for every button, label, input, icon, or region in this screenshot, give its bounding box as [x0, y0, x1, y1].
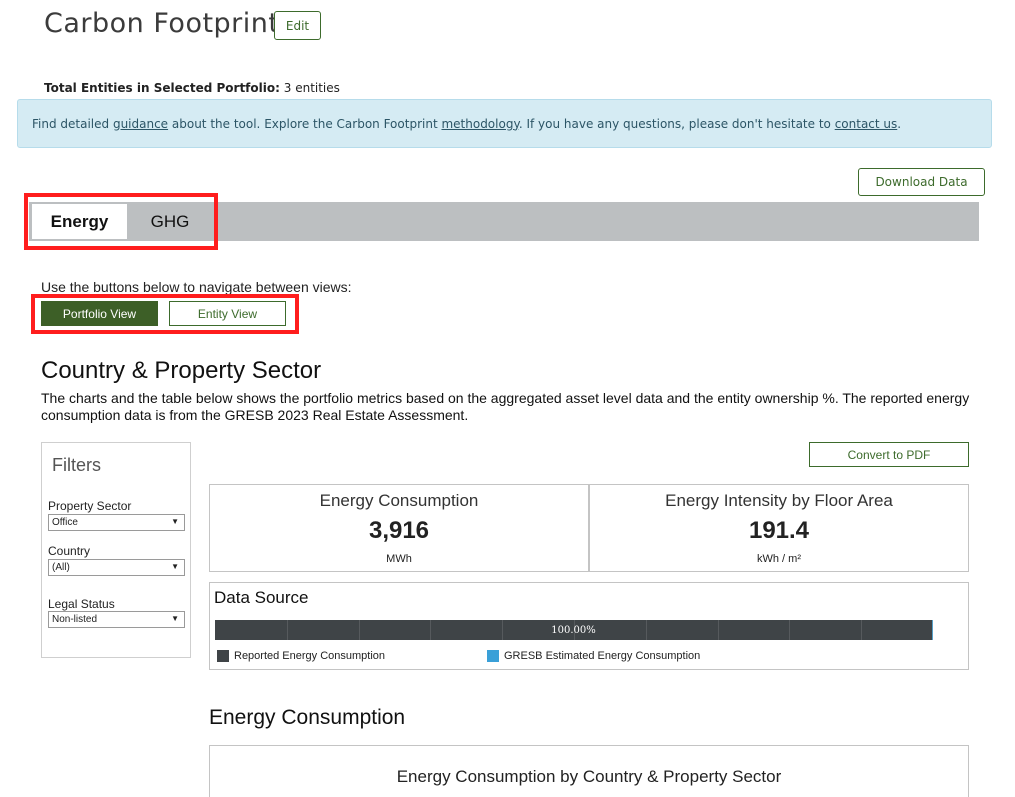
- filters-title: Filters: [52, 455, 101, 475]
- energy-consumption-title: Energy Consumption: [209, 706, 406, 729]
- total-entities-label: Total Entities in Selected Portfolio:: [44, 81, 280, 95]
- contact-us-link[interactable]: contact us: [835, 117, 898, 131]
- bar-gridline: [789, 620, 790, 640]
- property-sector-value: Office: [52, 517, 78, 528]
- kpi-title: Energy Intensity by Floor Area: [665, 491, 893, 510]
- chart-title: Energy Consumption by Country & Property…: [396, 767, 782, 786]
- property-sector-select[interactable]: Office ▼: [48, 514, 185, 531]
- methodology-link[interactable]: methodology: [441, 117, 518, 131]
- filter-label-country: Country: [48, 544, 91, 558]
- bar-gridline: [430, 620, 431, 640]
- views-highlight-box: [31, 294, 299, 334]
- legend-label: Reported Energy Consumption: [234, 650, 386, 662]
- chevron-down-icon: ▼: [171, 562, 179, 571]
- banner-text-3: . If you have any questions, please don'…: [518, 116, 835, 131]
- legend-item-reported: Reported Energy Consumption: [217, 650, 385, 662]
- bar-gridline: [287, 620, 288, 640]
- bar-gridline: [646, 620, 647, 640]
- view-nav-hint: Use the buttons below to navigate betwee…: [41, 279, 352, 295]
- country-select[interactable]: (All) ▼: [48, 559, 185, 576]
- chevron-down-icon: ▼: [171, 614, 179, 623]
- data-source-bar: 100.00%: [215, 620, 933, 640]
- tabs-highlight-box: [24, 193, 218, 250]
- bar-gridline: [359, 620, 360, 640]
- data-source-panel: Data Source 100.00% Reported Energy Cons…: [209, 582, 969, 670]
- section-description: The charts and the table below shows the…: [41, 390, 970, 423]
- info-banner: Find detailed guidance about the tool. E…: [17, 99, 992, 148]
- kpi-unit: MWh: [386, 553, 412, 565]
- banner-text-2: about the tool. Explore the Carbon Footp…: [168, 116, 442, 131]
- kpi-title: Energy Consumption: [319, 491, 479, 510]
- legend-label: GRESB Estimated Energy Consumption: [504, 650, 701, 662]
- legend-swatch: [487, 650, 499, 662]
- filters-panel: Filters Property Sector Office ▼ Country…: [41, 442, 191, 658]
- legend-item-estimated: GRESB Estimated Energy Consumption: [487, 650, 700, 662]
- filter-label-legal-status: Legal Status: [48, 597, 115, 611]
- guidance-link[interactable]: guidance: [113, 117, 168, 131]
- section-title: Country & Property Sector: [41, 357, 322, 384]
- energy-consumption-chart: Energy Consumption by Country & Property…: [209, 745, 969, 797]
- bar-gridline: [502, 620, 503, 640]
- kpi-value: 191.4: [748, 517, 810, 544]
- kpi-value: 3,916: [368, 517, 430, 544]
- total-entities-value: 3 entities: [283, 81, 340, 95]
- convert-to-pdf-button[interactable]: Convert to PDF: [809, 442, 969, 467]
- banner-text-4: .: [897, 116, 902, 131]
- page-title: Carbon Footprint: [44, 8, 280, 39]
- banner-text-1: Find detailed: [32, 116, 113, 131]
- kpi-unit: kWh / m²: [757, 553, 801, 565]
- kpi-energy-consumption: Energy Consumption 3,916 MWh: [209, 484, 589, 572]
- legal-status-select[interactable]: Non-listed ▼: [48, 611, 185, 628]
- filter-label-property-sector: Property Sector: [48, 499, 132, 513]
- data-source-title: Data Source: [214, 588, 309, 607]
- legal-status-value: Non-listed: [52, 614, 98, 625]
- legend-swatch: [217, 650, 229, 662]
- bar-gridline: [574, 620, 575, 640]
- bar-gridline: [861, 620, 862, 640]
- country-value: (All): [52, 562, 70, 573]
- kpi-energy-intensity: Energy Intensity by Floor Area 191.4 kWh…: [589, 484, 969, 572]
- edit-button[interactable]: Edit: [274, 11, 321, 40]
- total-entities: Total Entities in Selected Portfolio: 3 …: [44, 81, 340, 95]
- bar-gridline: [718, 620, 719, 640]
- chevron-down-icon: ▼: [171, 517, 179, 526]
- download-data-button[interactable]: Download Data: [858, 168, 985, 196]
